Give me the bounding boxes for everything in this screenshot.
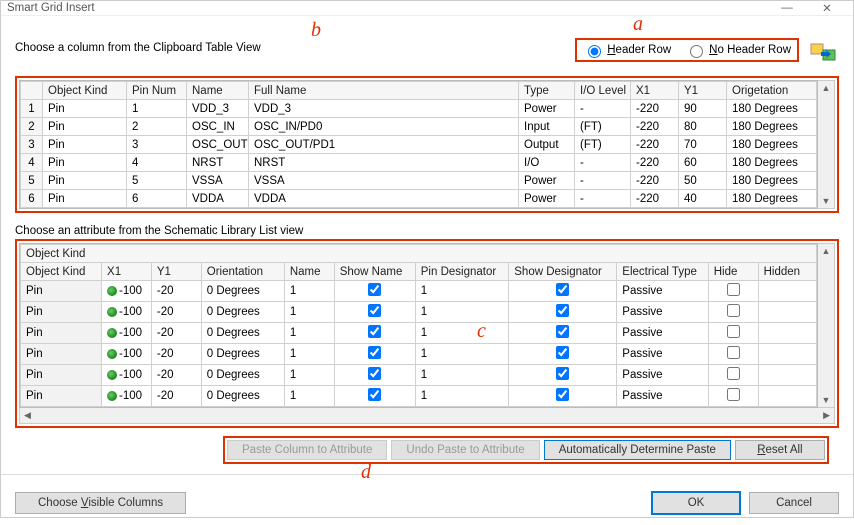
scroll-down-icon[interactable]: ▼ bbox=[822, 393, 831, 407]
schematic-grid[interactable]: Object Kind Object Kind X1 Y1 Orientatio… bbox=[19, 243, 818, 408]
annotation-a: a bbox=[633, 14, 643, 34]
schematic-grid-hscroll[interactable]: ◀▶ bbox=[19, 408, 835, 424]
col2-pin-designator[interactable]: Pin Designator bbox=[415, 263, 509, 281]
show-designator-checkbox[interactable] bbox=[556, 346, 569, 359]
show-name-checkbox[interactable] bbox=[368, 325, 381, 338]
scroll-down-icon[interactable]: ▼ bbox=[822, 194, 831, 208]
paste-column-button[interactable]: Paste Column to Attribute bbox=[227, 440, 387, 460]
show-designator-checkbox[interactable] bbox=[556, 367, 569, 380]
smart-paste-icon[interactable] bbox=[807, 38, 839, 70]
col2-hidden[interactable]: Hidden bbox=[758, 263, 816, 281]
col2-object-kind[interactable]: Object Kind bbox=[21, 263, 102, 281]
col-y1[interactable]: Y1 bbox=[679, 82, 727, 100]
col2-x1[interactable]: X1 bbox=[102, 263, 152, 281]
table-row[interactable]: Pin-100-200 Degrees11Passive bbox=[21, 302, 817, 323]
schematic-grid-section: c Object Kind Object Kind X1 Y1 Orientat… bbox=[15, 239, 839, 428]
show-name-checkbox[interactable] bbox=[368, 283, 381, 296]
table-row[interactable]: Pin-100-200 Degrees11Passive bbox=[21, 365, 817, 386]
instruction-schematic: Choose an attribute from the Schematic L… bbox=[15, 225, 839, 237]
minimize-button[interactable]: — bbox=[767, 2, 807, 14]
paste-buttons-group: Paste Column to Attribute Undo Paste to … bbox=[223, 436, 829, 464]
col2-show-designator[interactable]: Show Designator bbox=[509, 263, 617, 281]
table-row[interactable]: Pin-100-200 Degrees11Passive bbox=[21, 281, 817, 302]
hide-checkbox[interactable] bbox=[727, 304, 740, 317]
show-name-checkbox[interactable] bbox=[368, 367, 381, 380]
show-name-checkbox[interactable] bbox=[368, 304, 381, 317]
col-full-name[interactable]: Full Name bbox=[249, 82, 519, 100]
schematic-grid-vscroll[interactable]: ▲▼ bbox=[818, 243, 835, 408]
annotation-d: d bbox=[361, 462, 371, 482]
col-x1[interactable]: X1 bbox=[631, 82, 679, 100]
table-row[interactable]: Pin-100-200 Degrees11Passive bbox=[21, 386, 817, 407]
col2-name[interactable]: Name bbox=[284, 263, 334, 281]
show-name-checkbox[interactable] bbox=[368, 346, 381, 359]
col2-y1[interactable]: Y1 bbox=[151, 263, 201, 281]
group-header-object-kind[interactable]: Object Kind bbox=[21, 245, 817, 263]
no-header-row-radio[interactable]: NNo Header Rowo Header Row bbox=[685, 42, 791, 58]
scroll-left-icon[interactable]: ◀ bbox=[20, 410, 35, 421]
table-row[interactable]: 5Pin5VSSAVSSAPower--22050180 Degrees bbox=[21, 172, 817, 190]
scroll-up-icon[interactable]: ▲ bbox=[822, 244, 831, 258]
hide-checkbox[interactable] bbox=[727, 388, 740, 401]
table-row[interactable]: 3Pin3OSC_OUTOSC_OUT/PD1Output(FT)-220701… bbox=[21, 136, 817, 154]
clipboard-grid-vscroll[interactable]: ▲▼ bbox=[818, 80, 835, 209]
window-title: Smart Grid Insert bbox=[7, 2, 767, 14]
col2-show-name[interactable]: Show Name bbox=[334, 263, 415, 281]
close-button[interactable]: ✕ bbox=[807, 1, 847, 15]
col-io-level[interactable]: I/O Level bbox=[575, 82, 631, 100]
scroll-up-icon[interactable]: ▲ bbox=[822, 81, 831, 95]
show-designator-checkbox[interactable] bbox=[556, 388, 569, 401]
instruction-clipboard: Choose a column from the Clipboard Table… bbox=[15, 30, 575, 54]
col-object-kind[interactable]: Object Kind bbox=[43, 82, 127, 100]
header-row-radio[interactable]: HHeader Roweader Row bbox=[583, 42, 671, 58]
choose-visible-columns-button[interactable]: Choose Visible ColumnsChoose Visible Col… bbox=[15, 492, 186, 514]
col2-hide[interactable]: Hide bbox=[708, 263, 758, 281]
col-name[interactable]: Name bbox=[187, 82, 249, 100]
show-designator-checkbox[interactable] bbox=[556, 283, 569, 296]
show-designator-checkbox[interactable] bbox=[556, 304, 569, 317]
hide-checkbox[interactable] bbox=[727, 346, 740, 359]
table-row[interactable]: 4Pin4NRSTNRSTI/O--22060180 Degrees bbox=[21, 154, 817, 172]
table-row[interactable]: Pin-100-200 Degrees11Passive bbox=[21, 344, 817, 365]
show-name-checkbox[interactable] bbox=[368, 388, 381, 401]
clipboard-grid-section: Object Kind Pin Num Name Full Name Type … bbox=[15, 76, 839, 213]
annotation-b: b bbox=[311, 20, 321, 40]
ok-button[interactable]: OK bbox=[651, 491, 741, 515]
auto-determine-paste-button[interactable]: Automatically Determine Paste bbox=[544, 440, 731, 460]
col-pin-num[interactable]: Pin Num bbox=[127, 82, 187, 100]
undo-paste-button[interactable]: Undo Paste to Attribute bbox=[391, 440, 539, 460]
table-row[interactable]: 2Pin2OSC_INOSC_IN/PD0Input(FT)-22080180 … bbox=[21, 118, 817, 136]
cancel-button[interactable]: Cancel bbox=[749, 492, 839, 514]
scroll-right-icon[interactable]: ▶ bbox=[819, 410, 834, 421]
header-row-group: HHeader Roweader Row NNo Header Rowo Hea… bbox=[575, 38, 799, 62]
show-designator-checkbox[interactable] bbox=[556, 325, 569, 338]
col-orientation[interactable]: Origetation bbox=[727, 82, 817, 100]
reset-all-button[interactable]: Reset AllReset All bbox=[735, 440, 825, 460]
col-type[interactable]: Type bbox=[519, 82, 575, 100]
table-row[interactable]: 6Pin6VDDAVDDAPower--22040180 Degrees bbox=[21, 190, 817, 208]
table-row[interactable]: Pin-100-200 Degrees11Passive bbox=[21, 323, 817, 344]
hide-checkbox[interactable] bbox=[727, 283, 740, 296]
table-row[interactable]: 1Pin1VDD_3VDD_3Power--22090180 Degrees bbox=[21, 100, 817, 118]
clipboard-grid[interactable]: Object Kind Pin Num Name Full Name Type … bbox=[19, 80, 818, 209]
col2-electrical-type[interactable]: Electrical Type bbox=[617, 263, 708, 281]
col2-orientation[interactable]: Orientation bbox=[201, 263, 284, 281]
corner-cell[interactable] bbox=[21, 82, 43, 100]
titlebar: Smart Grid Insert — ✕ bbox=[1, 1, 853, 16]
annotation-c: c bbox=[477, 321, 486, 341]
hide-checkbox[interactable] bbox=[727, 325, 740, 338]
hide-checkbox[interactable] bbox=[727, 367, 740, 380]
